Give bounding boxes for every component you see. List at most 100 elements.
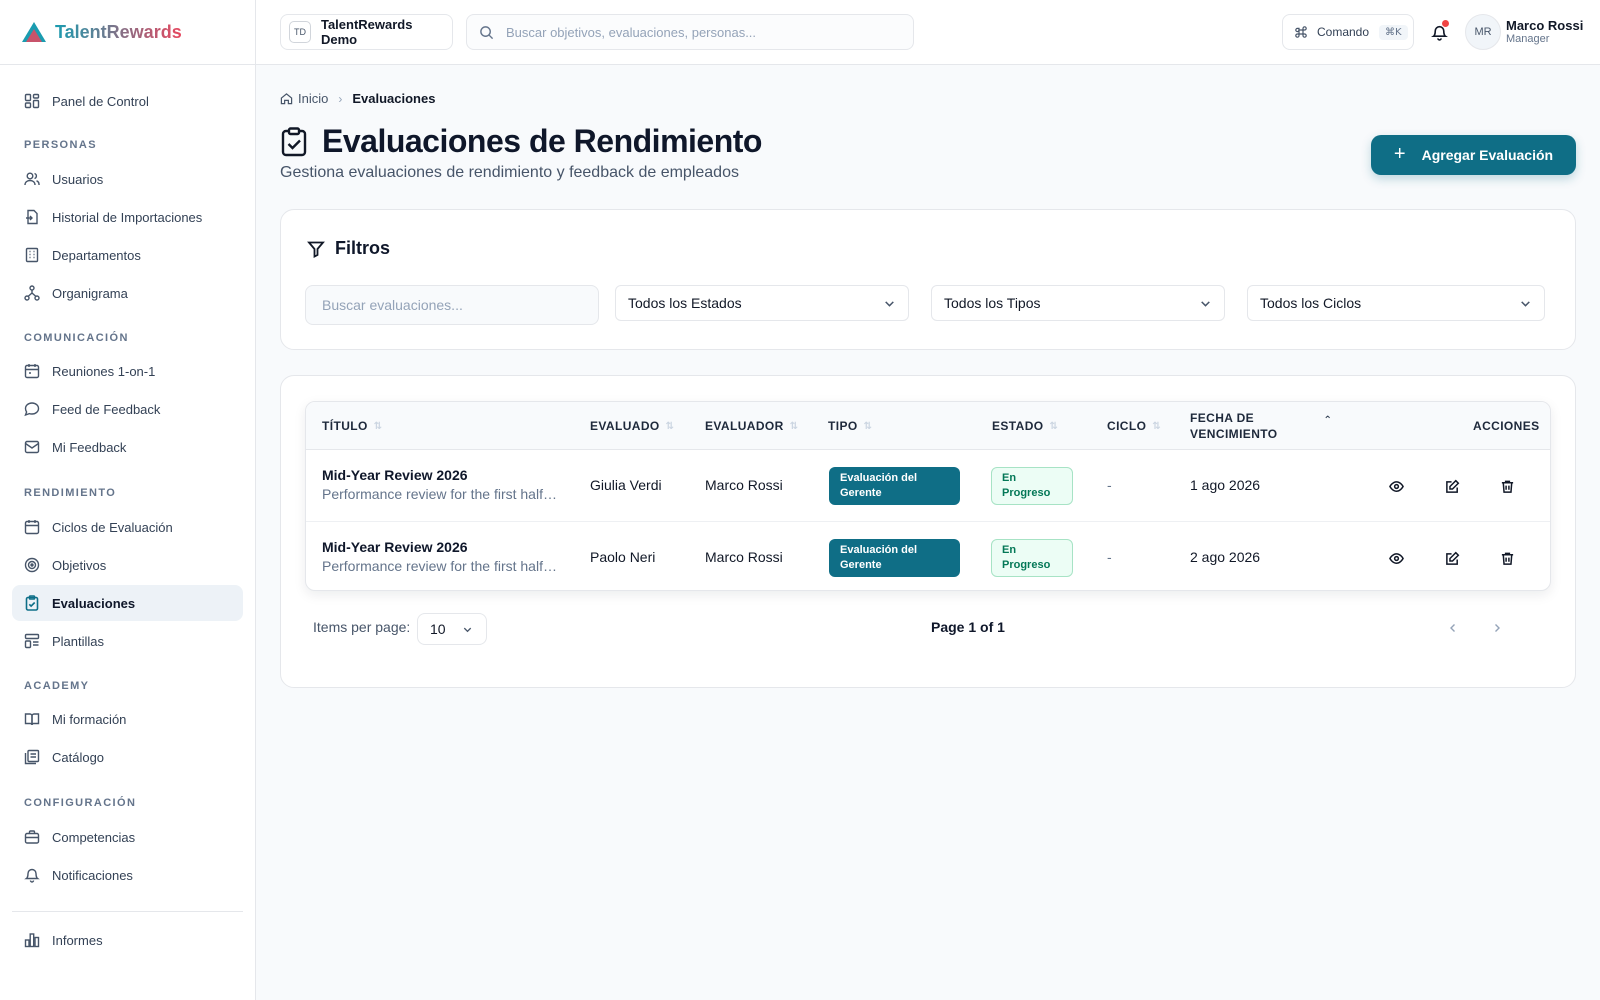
row-evaluated: Paolo Neri <box>590 549 656 565</box>
column-header-label: TIPO <box>828 419 858 433</box>
org-name: TalentRewards Demo <box>320 17 413 47</box>
column-header-label-line: FECHA DE <box>1190 411 1255 425</box>
next-page-button[interactable] <box>1487 617 1507 639</box>
column-header-title[interactable]: TÍTULO ⇅ <box>322 402 383 450</box>
sidebar-item-informes[interactable]: Informes <box>12 922 243 958</box>
type-filter-select[interactable]: Todos los Tipos <box>931 285 1225 321</box>
sidebar-item-label: Competencias <box>52 829 136 845</box>
sidebar-item-objetivos[interactable]: Objetivos <box>12 547 243 583</box>
sidebar-item-mi-feedback[interactable]: Mi Feedback <box>12 429 243 465</box>
column-header-evaluator[interactable]: EVALUADOR ⇅ <box>705 402 799 450</box>
sidebar-item-notificaciones[interactable]: Notificaciones <box>12 857 243 893</box>
target-icon <box>24 557 40 573</box>
global-search[interactable] <box>466 14 914 50</box>
row-due-date: 1 ago 2026 <box>1190 477 1261 493</box>
edit-icon[interactable] <box>1443 549 1461 567</box>
command-shortcut: ⌘K <box>1379 24 1408 40</box>
status-badge: En Progreso <box>991 467 1073 505</box>
sidebar-item-label: Objetivos <box>52 557 107 573</box>
cycle-filter-select[interactable]: Todos los Ciclos <box>1247 285 1545 321</box>
sidebar: TalentRewards Panel de Control PERSONAS … <box>0 0 256 1000</box>
evaluations-table-card: TÍTULO ⇅ EVALUADO ⇅ EVALUADOR ⇅ TIPO ⇅ ESTAD… <box>280 375 1576 688</box>
global-search-input[interactable] <box>506 24 886 40</box>
sidebar-item-reuniones[interactable]: Reuniones 1-on-1 <box>12 353 243 389</box>
row-description: Performance review for the first half of… <box>322 486 557 502</box>
column-header-evaluated[interactable]: EVALUADO ⇅ <box>590 402 674 450</box>
clipboard-check-icon <box>281 126 307 156</box>
sidebar-item-organigrama[interactable]: Organigrama <box>12 275 243 311</box>
column-header-due-date[interactable]: FECHA DE VENCIMIENTO ⌃ <box>1190 402 1332 450</box>
sidebar-item-evaluaciones[interactable]: Evaluaciones <box>12 585 243 621</box>
previous-page-button[interactable] <box>1443 617 1463 639</box>
org-switcher[interactable]: TD TalentRewards Demo <box>280 14 453 50</box>
delete-icon[interactable] <box>1498 477 1516 495</box>
sidebar-item-historial-importaciones[interactable]: Historial de Importaciones <box>12 199 243 235</box>
sidebar-item-label: Feed de Feedback <box>52 401 161 417</box>
section-personas: PERSONAS <box>24 139 97 151</box>
calendar-cycle-icon <box>24 519 40 535</box>
row-cycle: - <box>1107 549 1112 565</box>
sidebar-item-panel-de-control[interactable]: Panel de Control <box>12 83 243 119</box>
command-label: Comando <box>1317 25 1370 39</box>
items-per-page-label: Items per page: <box>313 619 411 635</box>
command-palette-button[interactable]: Comando ⌘K <box>1282 14 1414 50</box>
clipboard-check-icon <box>24 595 40 611</box>
table-row[interactable]: Mid-Year Review 2026 Performance review … <box>306 522 1550 590</box>
chevron-down-icon <box>1201 300 1210 307</box>
sidebar-item-feed-feedback[interactable]: Feed de Feedback <box>12 391 243 427</box>
dashboard-icon <box>24 93 40 109</box>
avatar[interactable]: MR <box>1465 14 1501 50</box>
search-icon <box>480 25 494 39</box>
sidebar-item-plantillas[interactable]: Plantillas <box>12 623 243 659</box>
home-icon <box>280 93 293 105</box>
calendar-icon <box>24 363 40 379</box>
delete-icon[interactable] <box>1498 549 1516 567</box>
filters-card: Filtros Buscar evaluaciones... Todos los… <box>280 209 1576 350</box>
evaluation-search-input[interactable]: Buscar evaluaciones... <box>305 285 599 325</box>
add-evaluation-button[interactable]: + Agregar Evaluación <box>1371 135 1576 175</box>
filter-icon <box>307 241 325 258</box>
chevron-right-icon <box>1495 624 1500 632</box>
column-header-status[interactable]: ESTADO ⇅ <box>992 402 1058 450</box>
chevron-down-icon <box>885 300 894 307</box>
sidebar-item-label: Evaluaciones <box>52 595 136 611</box>
status-filter-select[interactable]: Todos los Estados <box>615 285 909 321</box>
section-comunicacion: COMUNICACIÓN <box>24 332 129 344</box>
sidebar-item-usuarios[interactable]: Usuarios <box>12 161 243 197</box>
sidebar-item-departamentos[interactable]: Departamentos <box>12 237 243 273</box>
main-content: Inicio › Evaluaciones Evaluaciones de Re… <box>256 65 1600 1000</box>
column-header-cycle[interactable]: CICLO ⇅ <box>1107 402 1161 450</box>
row-evaluated: Giulia Verdi <box>590 477 662 493</box>
sidebar-item-label: Panel de Control <box>52 93 149 109</box>
sort-ascending-icon: ⌃ <box>1323 415 1333 426</box>
user-menu[interactable]: Marco Rossi Manager <box>1506 18 1583 45</box>
breadcrumb-home[interactable]: Inicio <box>298 91 328 106</box>
column-header-label: CICLO <box>1107 419 1147 433</box>
chevron-right-icon: › <box>338 91 343 106</box>
view-icon[interactable] <box>1387 549 1405 567</box>
table-header: TÍTULO ⇅ EVALUADO ⇅ EVALUADOR ⇅ TIPO ⇅ ESTAD… <box>306 402 1550 450</box>
notifications-button[interactable] <box>1428 20 1450 44</box>
view-icon[interactable] <box>1387 477 1405 495</box>
org-chart-icon <box>24 285 40 301</box>
sort-icon: ⇅ <box>1049 420 1059 432</box>
sidebar-item-label: Usuarios <box>52 171 104 187</box>
page-title-row: Evaluaciones de Rendimiento <box>280 123 762 160</box>
type-filter-value: Todos los Tipos <box>944 295 1041 311</box>
column-header-type[interactable]: TIPO ⇅ <box>828 402 872 450</box>
sidebar-item-label: Ciclos de Evaluación <box>52 519 173 535</box>
table-row[interactable]: Mid-Year Review 2026 Performance review … <box>306 450 1550 522</box>
items-per-page-select[interactable]: 10 <box>417 613 487 645</box>
evaluations-table: TÍTULO ⇅ EVALUADO ⇅ EVALUADOR ⇅ TIPO ⇅ ESTAD… <box>305 401 1551 591</box>
add-evaluation-label: Agregar Evaluación <box>1421 147 1554 163</box>
briefcase-icon <box>24 829 40 845</box>
edit-icon[interactable] <box>1443 477 1461 495</box>
sidebar-item-competencias[interactable]: Competencias <box>12 819 243 855</box>
section-rendimiento: RENDIMIENTO <box>24 487 117 499</box>
brand-logo[interactable]: TalentRewards <box>0 0 255 65</box>
sidebar-item-ciclos-evaluacion[interactable]: Ciclos de Evaluación <box>12 509 243 545</box>
breadcrumb: Inicio › Evaluaciones <box>280 91 435 106</box>
sidebar-item-catalogo[interactable]: Catálogo <box>12 739 243 775</box>
sidebar-item-mi-formacion[interactable]: Mi formación <box>12 701 243 737</box>
sort-icon: ⇅ <box>373 420 383 432</box>
